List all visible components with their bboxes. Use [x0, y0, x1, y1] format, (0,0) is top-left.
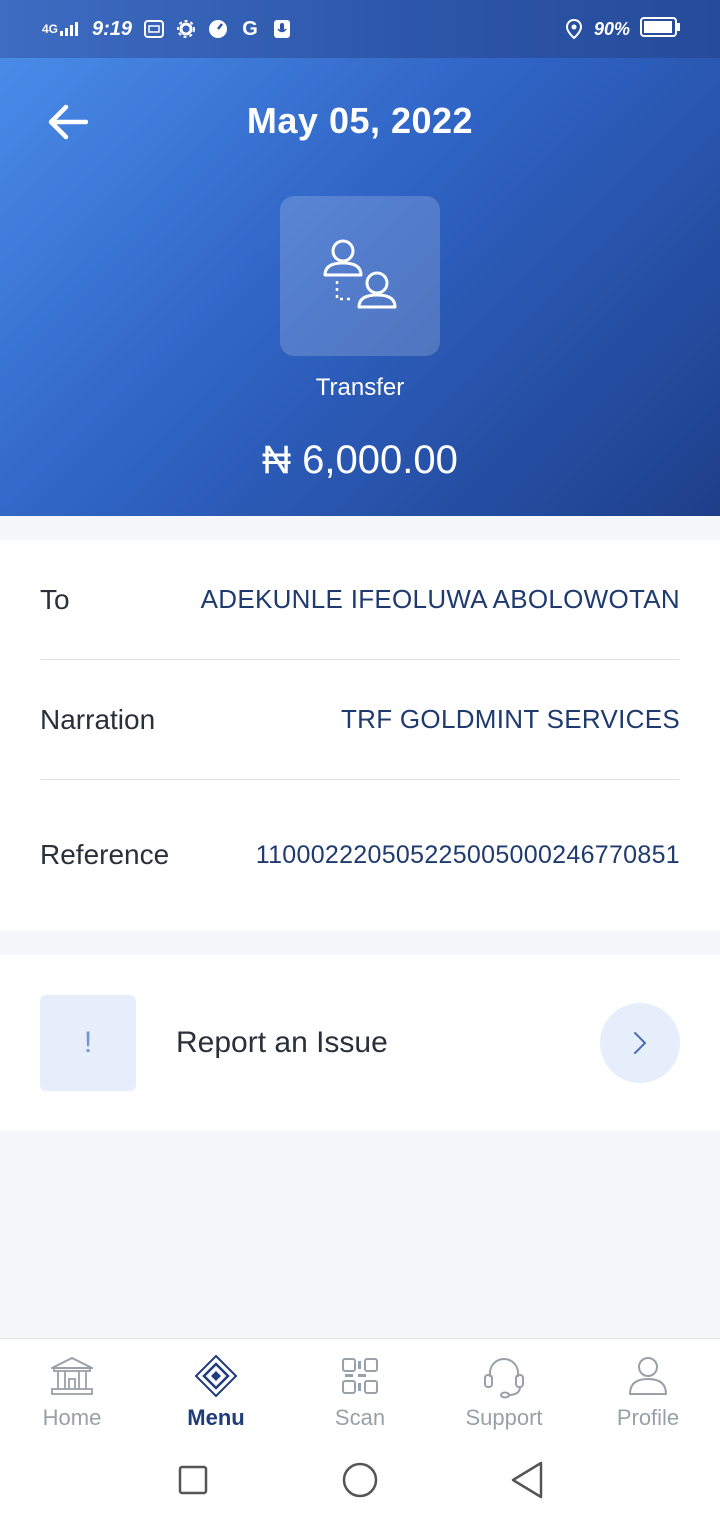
nav-menu[interactable]: Menu [144, 1339, 288, 1440]
system-back-button[interactable] [505, 1458, 549, 1502]
reference-label: Reference [40, 839, 170, 870]
narration-label: Narration [40, 703, 156, 735]
narration-value: TRF GOLDMINT SERVICES [340, 704, 680, 734]
system-nav-bar [0, 1440, 720, 1520]
transfer-icon-box [280, 196, 440, 356]
transaction-date: May 05, 2022 [246, 100, 474, 141]
headset-icon [480, 1353, 528, 1399]
triangle-back-icon [511, 1461, 542, 1499]
settings-icon [176, 19, 196, 39]
nav-scan[interactable]: Scan [288, 1339, 432, 1440]
status-left: 4G 9:19 G [42, 18, 292, 41]
circle-icon [342, 1462, 378, 1498]
menu-diamond-icon [192, 1353, 240, 1399]
clock: 9:19 [92, 17, 133, 40]
square-icon [179, 1465, 208, 1495]
home-button[interactable] [338, 1458, 382, 1502]
location-icon [564, 19, 584, 39]
google-icon: G [242, 17, 258, 40]
nav-support[interactable]: Support [432, 1339, 576, 1440]
detail-row-reference: Reference 110002220505225005000246770851 [40, 780, 680, 930]
report-issue-button[interactable] [600, 1002, 680, 1083]
report-issue-label: Report an Issue [176, 1025, 388, 1059]
alert-icon: ! [40, 994, 136, 1091]
transaction-amount: ₦ 6,000.00 [262, 438, 458, 482]
transfer-users-icon [323, 239, 397, 309]
transaction-details: To ADEKUNLE IFEOLUWA ABOLOWOTAN Narratio… [0, 540, 720, 930]
nav-home[interactable]: Home [0, 1339, 144, 1440]
bottom-nav: Home Menu Scan Support Profile [0, 1338, 720, 1440]
nav-scan-label: Scan [334, 1405, 386, 1430]
detail-row-narration: Narration TRF GOLDMINT SERVICES [40, 660, 680, 780]
transaction-type: Transfer [315, 374, 405, 401]
status-bar: 4G 9:19 G 90% [0, 0, 720, 58]
signal-icon: 4G [42, 22, 80, 36]
nav-support-label: Support [465, 1405, 543, 1430]
status-right: 90% [564, 16, 680, 42]
reference-value: 110002220505225005000246770851 [255, 840, 680, 869]
to-label: To [40, 583, 70, 615]
alert-icon-glyph: ! [83, 1025, 93, 1059]
chevron-right-icon [634, 1031, 646, 1054]
recent-apps-button[interactable] [171, 1458, 215, 1502]
to-value: ADEKUNLE IFEOLUWA ABOLOWOTAN [200, 584, 680, 614]
nav-home-label: Home [42, 1405, 102, 1430]
speedometer-icon [208, 19, 228, 39]
report-issue-row[interactable]: ! Report an Issue [0, 955, 720, 1130]
bank-icon [48, 1353, 96, 1399]
user-icon [624, 1353, 672, 1399]
detail-row-to: To ADEKUNLE IFEOLUWA ABOLOWOTAN [40, 540, 680, 660]
battery-percent: 90% [593, 18, 630, 39]
nav-menu-label: Menu [187, 1405, 245, 1430]
nav-profile[interactable]: Profile [576, 1339, 720, 1440]
transaction-header: May 05, 2022 Transfer ₦ 6,000.00 [0, 58, 720, 516]
network-label: 4G [42, 22, 59, 36]
nav-profile-label: Profile [616, 1405, 680, 1430]
mail-icon [144, 19, 165, 39]
battery-icon [640, 16, 680, 42]
microphone-icon [272, 19, 292, 39]
qr-code-icon [336, 1353, 384, 1399]
